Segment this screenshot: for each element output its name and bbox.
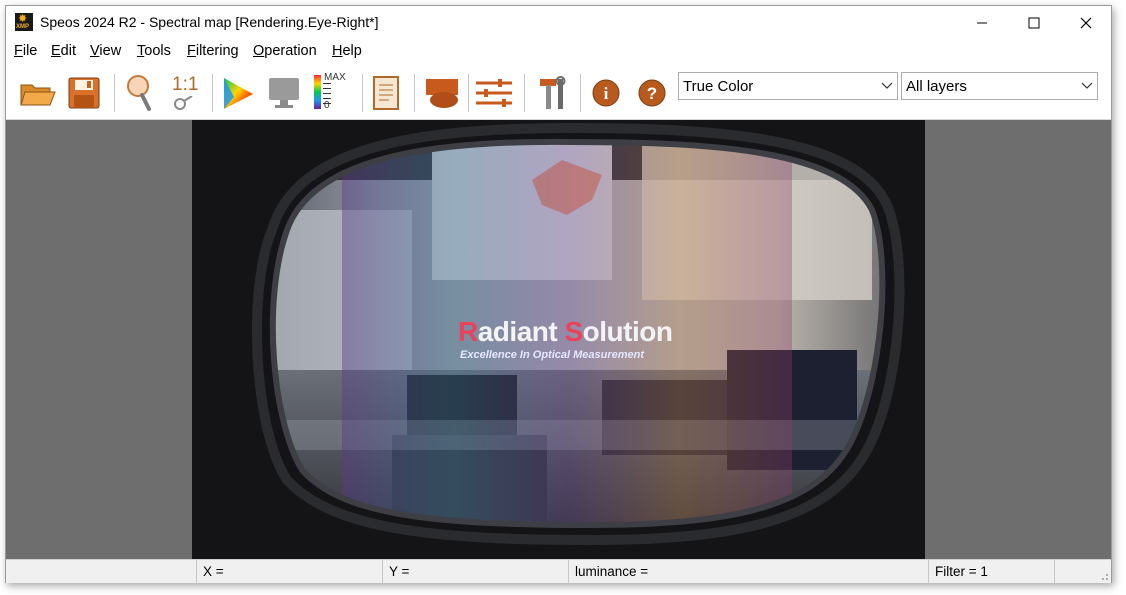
toolbar-separator [212, 74, 213, 112]
svg-text:i: i [604, 84, 609, 103]
window-title: Speos 2024 R2 - Spectral map [Rendering.… [40, 14, 379, 30]
status-x: X = [196, 560, 382, 584]
toolbar-separator [114, 74, 115, 112]
toolbar-separator [414, 74, 415, 112]
menu-edit[interactable]: Edit [51, 43, 76, 59]
toolbar-separator [524, 74, 525, 112]
status-bar: X = Y = luminance = Filter = 1 [6, 559, 1111, 584]
layer-shape-icon[interactable] [422, 72, 462, 114]
status-luminance: luminance = [568, 560, 928, 584]
chevron-down-icon [1081, 82, 1093, 89]
spectral-map-image[interactable]: Radiant Solution Excellence In Optical M… [192, 120, 925, 559]
tools-icon[interactable] [532, 72, 572, 114]
title-bar: ✸ XMP Speos 2024 R2 - Spectral map [Rend… [6, 6, 1111, 40]
magnifier-icon[interactable] [120, 72, 160, 114]
menu-operation[interactable]: Operation [253, 43, 317, 59]
close-button[interactable] [1060, 6, 1112, 40]
menu-bar: File Edit View Tools Filtering Operation… [6, 40, 1111, 64]
minimize-button[interactable] [956, 6, 1008, 40]
maximize-button[interactable] [1008, 6, 1060, 40]
settings-sliders-icon[interactable] [474, 72, 514, 114]
brand-logo: Radiant Solution [458, 316, 673, 347]
menu-file[interactable]: File [14, 43, 37, 59]
app-icon: ✸ XMP [15, 13, 33, 31]
color-gamut-icon[interactable] [218, 72, 258, 114]
application-window: ✸ XMP Speos 2024 R2 - Spectral map [Rend… [5, 5, 1112, 584]
menu-tools[interactable]: Tools [137, 43, 171, 59]
layers-select[interactable]: All layers [901, 72, 1098, 100]
status-filter: Filter = 1 [928, 560, 1054, 584]
layers-value: All layers [906, 78, 967, 95]
open-folder-icon[interactable] [18, 72, 58, 114]
menu-help[interactable]: Help [332, 43, 362, 59]
status-y: Y = [382, 560, 568, 584]
toolbar: 1:1 MAX 0 i ? True Color All layers [6, 64, 1111, 120]
info-icon[interactable]: i [586, 72, 626, 114]
resize-grip-icon[interactable] [1099, 571, 1109, 581]
zoom-1to1-icon[interactable]: 1:1 [166, 72, 206, 114]
help-icon[interactable]: ? [632, 72, 672, 114]
toolbar-separator [468, 74, 469, 112]
map-viewport[interactable]: Radiant Solution Excellence In Optical M… [6, 120, 1111, 559]
menu-filtering[interactable]: Filtering [187, 43, 239, 59]
max-scale-icon[interactable]: MAX 0 [312, 72, 352, 114]
report-icon[interactable] [366, 72, 406, 114]
brand-tagline: Excellence In Optical Measurement [460, 349, 645, 361]
toolbar-separator [580, 74, 581, 112]
display-mode-select[interactable]: True Color [678, 72, 898, 100]
save-icon[interactable] [64, 72, 104, 114]
svg-text:?: ? [647, 84, 657, 103]
chevron-down-icon [881, 82, 893, 89]
menu-view[interactable]: View [90, 43, 121, 59]
display-mode-value: True Color [683, 78, 754, 95]
monitor-icon[interactable] [264, 72, 304, 114]
toolbar-separator [362, 74, 363, 112]
